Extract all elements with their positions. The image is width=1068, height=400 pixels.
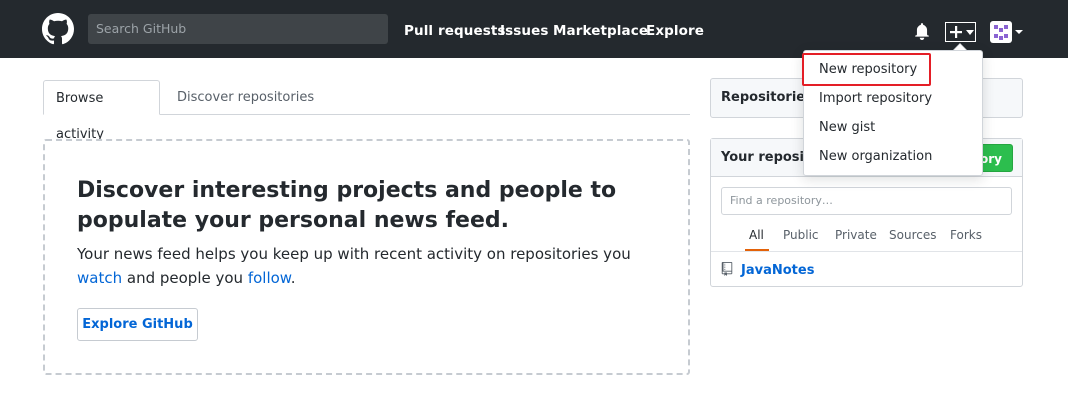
nav-marketplace[interactable]: Marketplace <box>553 0 648 58</box>
bell-icon[interactable] <box>914 22 930 40</box>
discover-title: Discover interesting projects and people… <box>77 178 617 233</box>
nav-pull-requests[interactable]: Pull requests <box>404 0 506 58</box>
repo-icon <box>721 262 733 276</box>
chevron-down-icon <box>966 30 974 35</box>
tab-discover-repositories[interactable]: Discover repositories <box>165 80 326 115</box>
avatar-chevron-down-icon[interactable] <box>1015 30 1023 34</box>
filter-sources[interactable]: Sources <box>889 228 936 242</box>
watch-link[interactable]: watch <box>77 269 122 287</box>
menu-item-import-repository[interactable]: Import repository <box>819 91 932 106</box>
find-repository-input[interactable]: Find a repository… <box>721 187 1012 215</box>
identicon-icon <box>994 25 1008 40</box>
avatar[interactable] <box>990 21 1012 43</box>
follow-link[interactable]: follow <box>248 269 291 287</box>
filter-public[interactable]: Public <box>783 228 819 242</box>
filter-all[interactable]: All <box>749 228 764 242</box>
search-input[interactable]: Search GitHub <box>88 14 388 44</box>
filter-divider <box>711 251 1022 252</box>
highlight-box <box>802 53 931 86</box>
filter-forks[interactable]: Forks <box>950 228 982 242</box>
filter-private[interactable]: Private <box>835 228 877 242</box>
github-logo-icon[interactable] <box>42 13 74 45</box>
nav-issues[interactable]: Issues <box>500 0 549 58</box>
plus-icon <box>950 26 962 38</box>
nav-explore[interactable]: Explore <box>646 0 704 58</box>
explore-github-button[interactable]: Explore GitHub <box>77 308 198 341</box>
menu-item-new-organization[interactable]: New organization <box>819 149 932 164</box>
tab-browse-activity[interactable]: Browse activity <box>43 80 160 142</box>
menu-item-new-gist[interactable]: New gist <box>819 120 875 135</box>
repo-link-javanotes[interactable]: JavaNotes <box>741 263 814 278</box>
discover-description: Your news feed helps you keep up with re… <box>77 245 631 287</box>
dropdown-caret-inner <box>954 44 966 50</box>
create-new-button[interactable] <box>945 22 976 42</box>
